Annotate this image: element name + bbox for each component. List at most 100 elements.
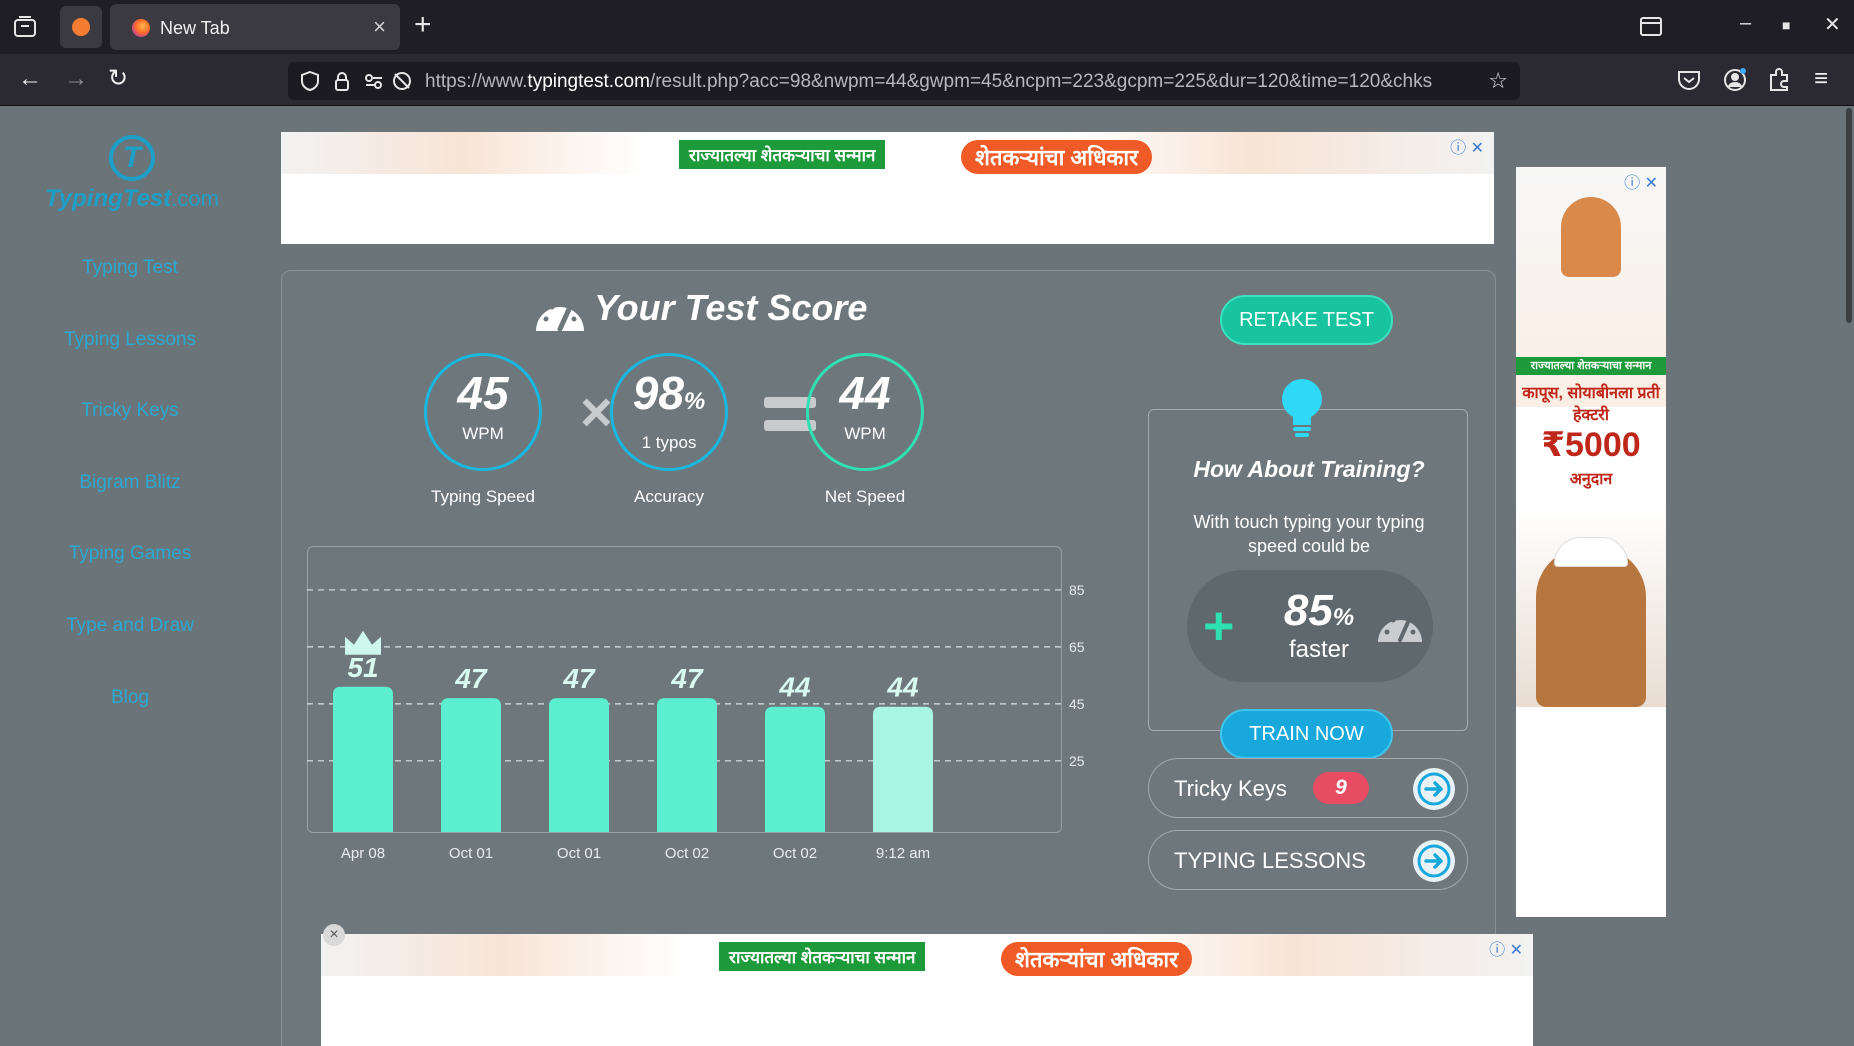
chart-value-label: 51 bbox=[347, 652, 378, 683]
chart-y-tick-label: 25 bbox=[1069, 753, 1085, 769]
chart-bar bbox=[333, 686, 393, 832]
bottom-ad-banner[interactable]: राज्यातल्या शेतकऱ्याचा सन्मान शेतकऱ्यांच… bbox=[321, 934, 1533, 1046]
logo-mark-icon: T bbox=[109, 135, 155, 181]
side-ad[interactable]: ⓘ ✕ राज्यातल्या शेतकऱ्याचा सन्मान कापूस,… bbox=[1516, 167, 1666, 917]
speedometer-icon bbox=[536, 304, 584, 332]
ad-strip: राज्यातल्या शेतकऱ्याचा सन्मान शेतकऱ्यांच… bbox=[281, 132, 1494, 174]
lightbulb-icon bbox=[1282, 379, 1322, 437]
accuracy-unit: 1 typos bbox=[641, 433, 697, 452]
back-icon[interactable]: ← bbox=[18, 66, 42, 92]
account-icon[interactable] bbox=[1722, 67, 1748, 93]
ad-side-band: राज्यातल्या शेतकऱ्याचा सन्मान bbox=[1516, 357, 1666, 375]
logo-text: TypingTest.com bbox=[45, 185, 219, 212]
training-title: How About Training? bbox=[1193, 456, 1425, 482]
net-speed-circle: 44 WPM bbox=[806, 353, 924, 471]
chart-value-label: 47 bbox=[670, 663, 704, 694]
typing-speed-value: 45 bbox=[457, 367, 509, 419]
url-bar[interactable]: https://www.typingtest.com/result.php?ac… bbox=[288, 62, 1520, 100]
forward-icon[interactable]: → bbox=[64, 66, 88, 92]
chart-bar bbox=[657, 698, 717, 832]
typing-lessons-link[interactable]: TYPING LESSONS bbox=[1148, 830, 1468, 890]
ad-orange-label-bottom: शेतकऱ्यांचा अधिकार bbox=[1001, 942, 1193, 976]
shield-icon[interactable] bbox=[300, 71, 320, 91]
ad-side-farmer-image bbox=[1536, 547, 1646, 707]
pinned-tab-favicon-icon bbox=[72, 18, 90, 36]
chart-x-tick-label: 9:12 am bbox=[876, 845, 930, 862]
sidebar-item-blog[interactable]: Blog bbox=[30, 687, 230, 759]
top-ad-banner[interactable]: राज्यातल्या शेतकऱ्याचा सन्मान शेतकऱ्यांच… bbox=[281, 132, 1494, 244]
chart-x-tick-label: Oct 01 bbox=[449, 845, 493, 862]
tab-title: New Tab bbox=[160, 18, 230, 38]
browser-tab-bar: New Tab × + – ■ ✕ bbox=[0, 0, 1854, 54]
extensions-icon[interactable] bbox=[1766, 67, 1792, 93]
maximize-icon[interactable]: ■ bbox=[1782, 17, 1790, 33]
sidebar-item-type-and-draw[interactable]: Type and Draw bbox=[30, 615, 230, 687]
bottom-ad-info-icon[interactable]: ⓘ ✕ bbox=[1489, 936, 1523, 960]
history-chart: 25 45 65 85 51 Apr 08 47 Oct 01 47 Oct 01 47 Oct 02… bbox=[307, 582, 1085, 862]
ad-strip-bottom: राज्यातल्या शेतकऱ्याचा सन्मान शेतकऱ्यांच… bbox=[321, 934, 1533, 976]
chart-bar bbox=[441, 698, 501, 832]
close-window-icon[interactable]: ✕ bbox=[1824, 12, 1841, 37]
tricky-keys-link[interactable]: Tricky Keys 9 bbox=[1148, 758, 1468, 818]
chart-bar bbox=[549, 698, 609, 832]
ad-green-label: राज्यातल्या शेतकऱ्याचा सन्मान bbox=[679, 140, 886, 169]
url-text: https://www.typingtest.com/result.php?ac… bbox=[425, 71, 1433, 92]
training-text: With touch typing your typing speed coul… bbox=[1193, 512, 1425, 556]
chart-bar bbox=[873, 706, 933, 832]
tricky-keys-label: Tricky Keys bbox=[1174, 776, 1287, 801]
tab-list-icon[interactable] bbox=[12, 14, 38, 40]
faster-label: faster bbox=[1288, 636, 1350, 663]
new-tab-button[interactable]: + bbox=[414, 10, 432, 40]
ad-side-line1: कापूस, सोयाबीनला प्रती हेक्टरी bbox=[1522, 385, 1660, 424]
training-box: How About Training? With touch typing yo… bbox=[1148, 409, 1468, 731]
page-scrollbar[interactable] bbox=[1846, 108, 1852, 323]
chart-y-tick-label: 65 bbox=[1069, 639, 1085, 655]
sidebar-item-tricky-keys[interactable]: Tricky Keys bbox=[30, 400, 230, 472]
bottom-ad-close-icon[interactable]: × bbox=[323, 924, 345, 946]
sidebar-item-typing-lessons[interactable]: Typing Lessons bbox=[30, 329, 230, 401]
page: T TypingTest.com Typing Test Typing Less… bbox=[0, 107, 1854, 1046]
sidebar-item-typing-games[interactable]: Typing Games bbox=[30, 543, 230, 615]
train-now-button[interactable]: TRAIN NOW bbox=[1220, 709, 1393, 759]
plus-icon: + bbox=[1203, 596, 1235, 656]
close-tab-icon[interactable]: × bbox=[373, 14, 386, 40]
chart-x-tick-label: Oct 02 bbox=[665, 845, 709, 862]
net-speed-label: Net Speed bbox=[824, 487, 906, 506]
multiply-icon: × bbox=[580, 380, 613, 443]
net-speed-value: 44 bbox=[839, 367, 891, 419]
ad-side-line2: अनुदान bbox=[1569, 471, 1613, 488]
ad-close-icon[interactable]: ⓘ ✕ bbox=[1450, 134, 1484, 158]
chart-value-label: 47 bbox=[562, 663, 596, 694]
browser-nav-bar: ← → ↻ https://www.typingtest.com/result.… bbox=[0, 54, 1854, 106]
accuracy-label: Accuracy bbox=[634, 487, 704, 506]
side-ad-close-icon[interactable]: ⓘ ✕ bbox=[1624, 169, 1658, 193]
chart-y-tick-label: 45 bbox=[1069, 696, 1085, 712]
arrow-right-icon[interactable] bbox=[1413, 768, 1455, 810]
sidebar-item-typing-test[interactable]: Typing Test bbox=[30, 257, 230, 329]
pinned-tab[interactable] bbox=[60, 6, 102, 48]
chart-value-label: 44 bbox=[778, 672, 811, 703]
speedometer-small-icon bbox=[1378, 617, 1422, 642]
chart-x-tick-label: Oct 02 bbox=[773, 845, 817, 862]
permissions-icon[interactable] bbox=[364, 71, 384, 91]
tracking-blocked-icon[interactable] bbox=[392, 71, 412, 91]
retake-test-button[interactable]: RETAKE TEST bbox=[1220, 295, 1393, 345]
sidebar-item-bigram-blitz[interactable]: Bigram Blitz bbox=[30, 472, 230, 544]
bookmark-star-icon[interactable]: ☆ bbox=[1488, 68, 1508, 94]
chart-x-tick-label: Apr 08 bbox=[341, 845, 385, 862]
accuracy-value: 98% bbox=[632, 367, 706, 419]
ad-orange-label: शेतकऱ्यांचा अधिकार bbox=[961, 140, 1153, 174]
arrow-right-icon[interactable] bbox=[1413, 840, 1455, 882]
typing-speed-circle: 45 WPM bbox=[424, 353, 542, 471]
typing-speed-unit: WPM bbox=[462, 424, 504, 443]
tab-new-tab[interactable]: New Tab × bbox=[110, 4, 400, 50]
chart-value-label: 44 bbox=[886, 672, 919, 703]
pocket-icon[interactable] bbox=[1676, 67, 1702, 93]
tricky-keys-count-badge: 9 bbox=[1313, 772, 1369, 804]
reload-icon[interactable]: ↻ bbox=[108, 66, 128, 92]
lock-icon[interactable] bbox=[332, 71, 352, 91]
menu-icon[interactable]: ≡ bbox=[1814, 66, 1828, 92]
minimize-icon[interactable]: – bbox=[1740, 12, 1751, 35]
tab-overview-icon[interactable] bbox=[1640, 17, 1662, 37]
site-logo[interactable]: T TypingTest.com bbox=[42, 135, 222, 213]
